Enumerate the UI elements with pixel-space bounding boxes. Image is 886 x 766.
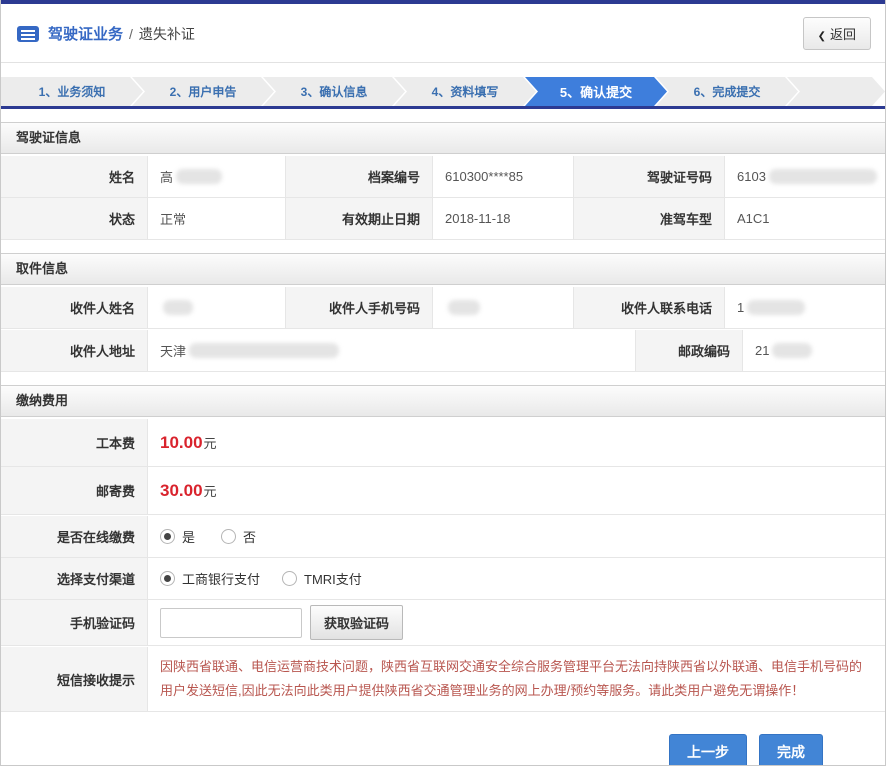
payment-table: 工本费 10.00元 邮寄费 30.00元 [1, 419, 885, 515]
field-value-license-no: 6103 [725, 156, 886, 197]
field-label-sms-code: 手机验证码 [1, 600, 147, 645]
radio-option-tmri[interactable]: TMRI支付 [282, 569, 362, 588]
field-value-sms-code: 获取验证码 [148, 600, 885, 645]
field-label-file-no: 档案编号 [286, 156, 432, 197]
field-value-sms-notice: 因陕西省联通、电信运营商技术问题，陕西省互联网交通安全综合服务管理平台无法向持陕… [148, 647, 885, 711]
redacted-value [163, 300, 193, 315]
previous-step-button[interactable]: 上一步 [669, 734, 747, 766]
step-5-confirm-submit[interactable]: 5、确认提交 [525, 77, 667, 106]
pickup-info-table-row1: 收件人姓名 收件人手机号码 收件人联系电话 1 [1, 287, 885, 329]
sms-code-input[interactable] [160, 608, 302, 638]
payment-channel-radio-group: 工商银行支付 TMRI支付 [160, 569, 362, 588]
field-value-recipient-mobile [433, 287, 573, 328]
redacted-value [448, 300, 480, 315]
online-payment-radio-group: 是 否 [160, 527, 256, 546]
radio-label: TMRI支付 [304, 569, 362, 588]
field-label-online-payment: 是否在线缴费 [1, 516, 147, 557]
step-3-confirm-info[interactable]: 3、确认信息 [263, 77, 405, 106]
radio-option-icbc[interactable]: 工商银行支付 [160, 569, 260, 588]
field-label-name: 姓名 [1, 156, 147, 197]
section-license-info: 驾驶证信息 姓名 高 档案编号 610300****85 驾驶证号码 6103 … [1, 122, 885, 240]
redacted-value [176, 169, 222, 184]
field-label-expiry: 有效期止日期 [286, 198, 432, 239]
section-title-license-info: 驾驶证信息 [1, 122, 885, 154]
section-title-pickup-info: 取件信息 [1, 253, 885, 285]
field-label-postal-code: 邮政编码 [636, 330, 742, 371]
sms-notice-text: 因陕西省联通、电信运营商技术问题，陕西省互联网交通安全综合服务管理平台无法向持陕… [148, 647, 885, 711]
radio-option-no[interactable]: 否 [221, 527, 256, 546]
field-value-online-payment: 是 否 [148, 516, 885, 557]
field-label-vehicle-class: 准驾车型 [574, 198, 724, 239]
fee-unit: 元 [204, 481, 217, 500]
field-label-recipient-address: 收件人地址 [1, 330, 147, 371]
section-title-payment: 缴纳费用 [1, 385, 885, 417]
field-label-production-fee: 工本费 [1, 419, 147, 466]
sms-notice-table: 短信接收提示 因陕西省联通、电信运营商技术问题，陕西省互联网交通安全综合服务管理… [1, 647, 885, 712]
step-6-complete[interactable]: 6、完成提交 [656, 77, 798, 106]
field-label-payment-channel: 选择支付渠道 [1, 558, 147, 599]
field-value-payment-channel: 工商银行支付 TMRI支付 [148, 558, 885, 599]
redacted-value [772, 343, 812, 358]
redacted-value [769, 169, 877, 184]
field-value-postal-code: 21 [743, 330, 885, 371]
field-value-recipient-phone: 1 [725, 287, 885, 328]
field-label-license-no: 驾驶证号码 [574, 156, 724, 197]
license-service-icon [17, 26, 39, 42]
back-button[interactable]: ❮ 返回 [803, 17, 871, 50]
header: 驾驶证业务 / 遗失补证 ❮ 返回 [1, 4, 885, 63]
field-value-file-no: 610300****85 [433, 156, 573, 197]
section-payment: 缴纳费用 工本费 10.00元 邮寄费 30.00元 是否在线缴费 是 否 选择… [1, 385, 885, 712]
step-2-declaration[interactable]: 2、用户申告 [132, 77, 274, 106]
field-value-vehicle-class: A1C1 [725, 198, 886, 239]
radio-option-yes[interactable]: 是 [160, 527, 195, 546]
field-label-sms-notice: 短信接收提示 [1, 647, 147, 711]
field-label-status: 状态 [1, 198, 147, 239]
footer-actions: 上一步 完成 [1, 712, 885, 766]
get-sms-code-button[interactable]: 获取验证码 [310, 605, 403, 640]
radio-unchecked-icon[interactable] [221, 529, 236, 544]
radio-checked-icon[interactable] [160, 529, 175, 544]
page-title: 驾驶证业务 [48, 23, 123, 44]
redacted-value [189, 343, 339, 358]
radio-label: 否 [243, 527, 256, 546]
field-label-recipient-phone: 收件人联系电话 [574, 287, 724, 328]
radio-checked-icon[interactable] [160, 571, 175, 586]
field-value-expiry: 2018-11-18 [433, 198, 573, 239]
license-info-table: 姓名 高 档案编号 610300****85 驾驶证号码 6103 状态 正常 … [1, 156, 885, 240]
field-value-production-fee: 10.00元 [148, 419, 885, 466]
finish-button[interactable]: 完成 [759, 734, 823, 766]
payment-options-table: 是否在线缴费 是 否 选择支付渠道 工商银行支付 TMRI支付 手机验证码 获取… [1, 516, 885, 646]
step-4-fill-data[interactable]: 4、资料填写 [394, 77, 536, 106]
page: 驾驶证业务 / 遗失补证 ❮ 返回 1、业务须知 2、用户申告 3、确认信息 4、… [0, 0, 886, 766]
redacted-value [747, 300, 805, 315]
fee-unit: 元 [204, 433, 217, 452]
pickup-info-table-row2: 收件人地址 天津 邮政编码 21 [1, 330, 885, 372]
field-value-recipient-address: 天津 [148, 330, 635, 371]
step-progress-bar: 1、业务须知 2、用户申告 3、确认信息 4、资料填写 5、确认提交 6、完成提… [1, 77, 885, 109]
field-value-status: 正常 [148, 198, 285, 239]
field-value-name: 高 [148, 156, 285, 197]
section-pickup-info: 取件信息 收件人姓名 收件人手机号码 收件人联系电话 1 收件人地址 天津 邮政… [1, 253, 885, 372]
radio-unchecked-icon[interactable] [282, 571, 297, 586]
back-button-label: 返回 [830, 27, 856, 42]
breadcrumb-current: 遗失补证 [139, 24, 195, 44]
production-fee-amount: 10.00 [160, 433, 203, 453]
field-label-recipient-name: 收件人姓名 [1, 287, 147, 328]
radio-label: 是 [182, 527, 195, 546]
step-1-notice[interactable]: 1、业务须知 [1, 77, 143, 106]
radio-label: 工商银行支付 [182, 569, 260, 588]
field-label-postage-fee: 邮寄费 [1, 467, 147, 514]
field-value-postage-fee: 30.00元 [148, 467, 885, 514]
chevron-left-icon: ❮ [818, 31, 826, 42]
step-bar-filler [787, 77, 885, 106]
field-value-recipient-name [148, 287, 285, 328]
field-label-recipient-mobile: 收件人手机号码 [286, 287, 432, 328]
breadcrumb-divider: / [129, 26, 133, 42]
postage-fee-amount: 30.00 [160, 481, 203, 501]
